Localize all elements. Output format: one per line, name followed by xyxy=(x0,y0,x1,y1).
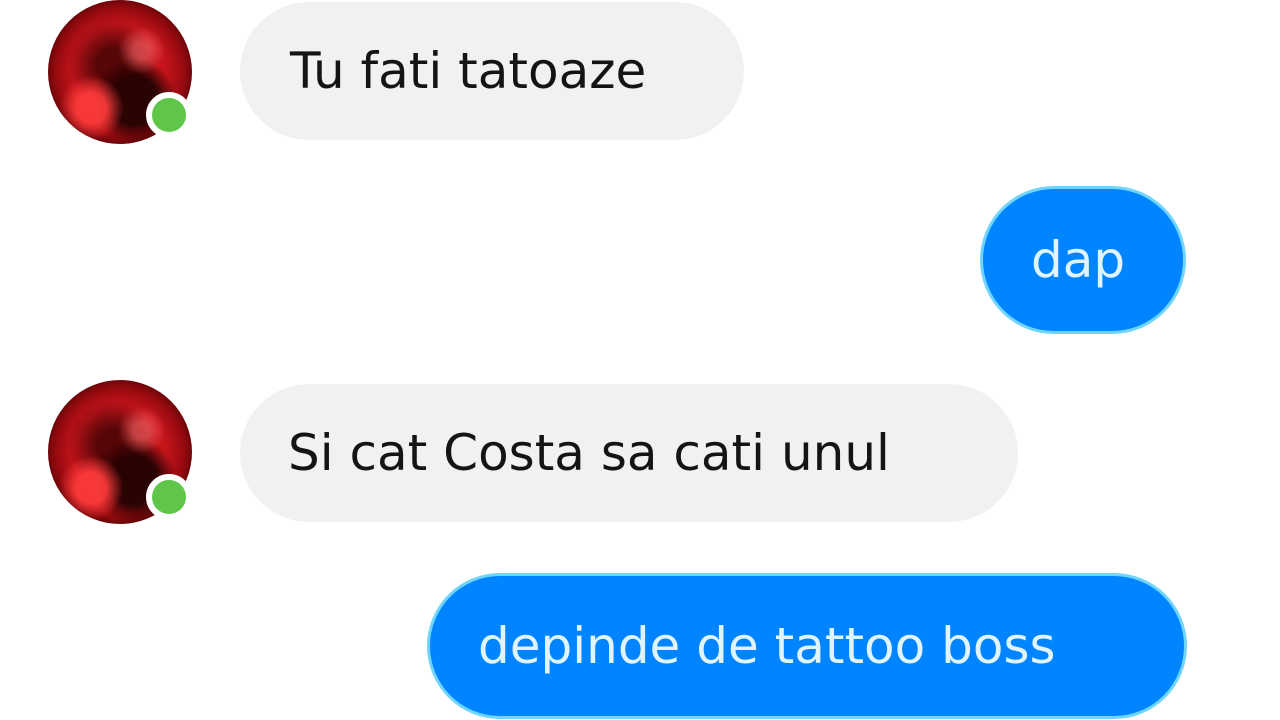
message-text: Tu fati tatoaze xyxy=(290,42,647,100)
message-text: Si cat Costa sa cati unul xyxy=(288,424,890,482)
incoming-message-bubble[interactable]: Tu fati tatoaze xyxy=(240,2,744,140)
outgoing-message-bubble[interactable]: dap xyxy=(983,189,1183,331)
message-thread: Tu fati tatoaze dap Si cat Costa sa cati… xyxy=(0,0,1280,720)
outgoing-message-bubble[interactable]: depinde de tattoo boss xyxy=(430,576,1184,716)
message-text: dap xyxy=(1031,231,1126,289)
incoming-message-bubble[interactable]: Si cat Costa sa cati unul xyxy=(240,384,1018,522)
online-status-dot-icon xyxy=(146,92,192,138)
message-text: depinde de tattoo boss xyxy=(478,617,1056,675)
contact-avatar[interactable] xyxy=(48,0,192,144)
contact-avatar[interactable] xyxy=(48,380,192,524)
online-status-dot-icon xyxy=(146,474,192,520)
